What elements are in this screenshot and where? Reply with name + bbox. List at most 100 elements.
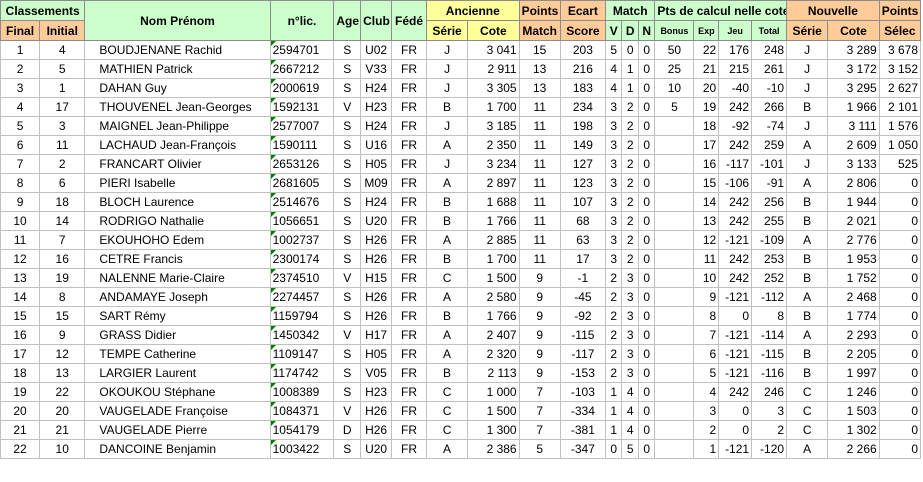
match-points-cell: 9	[518, 325, 561, 345]
rank-initial-cell: 17	[39, 97, 86, 117]
license-number-cell: 1592131	[269, 97, 335, 117]
score-gap-cell: -334	[559, 401, 607, 421]
header-age: Age	[333, 0, 362, 41]
license-number-cell: 1054179	[269, 420, 335, 440]
table-header: Classements Nom Prénom n°lic. Age Club F…	[0, 0, 922, 41]
rank-initial-cell: 13	[39, 363, 86, 383]
club-cell: U16	[360, 135, 392, 155]
table-row: 15 15 SART Rémy 1159794 S H26 FR B 1 766 9 -92 2 3 0 8…	[0, 306, 922, 326]
bonus-points-cell	[654, 325, 695, 345]
exp-points-cell: 17	[693, 135, 720, 155]
selection-points-cell: 3 678	[878, 40, 922, 60]
selection-points-cell: 0	[878, 420, 922, 440]
total-points-cell: 248	[751, 40, 788, 60]
new-series-cell: B	[786, 268, 829, 288]
license-number-cell: 1590111	[269, 135, 335, 155]
club-cell: H24	[360, 78, 392, 98]
score-gap-cell: 234	[559, 97, 607, 117]
header-points-selec-1: Points	[878, 0, 922, 21]
wins-cell: 4	[605, 59, 623, 79]
new-series-cell: C	[786, 382, 829, 402]
selection-points-cell: 2 627	[878, 78, 922, 98]
age-cell: S	[333, 249, 362, 269]
selection-points-cell: 0	[878, 382, 922, 402]
new-series-cell: A	[786, 135, 829, 155]
exp-points-cell: 20	[693, 78, 720, 98]
license-number-cell: 2374510	[269, 268, 335, 288]
total-points-cell: 252	[751, 268, 788, 288]
age-cell: S	[333, 78, 362, 98]
license-number-cell: 2300174	[269, 249, 335, 269]
selection-points-cell: 0	[878, 439, 922, 459]
bonus-points-cell	[654, 268, 695, 288]
player-name-cell: GRASS Didier	[84, 325, 271, 345]
wins-cell: 3	[605, 135, 623, 155]
exp-points-cell: 1	[693, 439, 720, 459]
total-points-cell: -91	[751, 173, 788, 193]
header-classements: Classements	[0, 0, 86, 21]
match-points-cell: 13	[518, 59, 561, 79]
wins-cell: 3	[605, 211, 623, 231]
license-number-cell: 2594701	[269, 40, 335, 60]
wins-cell: 1	[605, 382, 623, 402]
total-points-cell: 266	[751, 97, 788, 117]
new-rating-cell: 1 997	[827, 363, 880, 383]
rank-final-cell: 22	[0, 439, 41, 459]
draws-cell: 2	[621, 116, 639, 136]
rank-final-cell: 18	[0, 363, 41, 383]
rank-final-cell: 4	[0, 97, 41, 117]
player-name-cell: VAUGELADE Françoise	[84, 401, 271, 421]
draws-cell: 3	[621, 287, 639, 307]
score-gap-cell: -92	[559, 306, 607, 326]
losses-cell: 0	[637, 325, 656, 345]
player-name-cell: SART Rémy	[84, 306, 271, 326]
game-points-cell: 215	[718, 59, 753, 79]
old-series-cell: B	[425, 211, 469, 231]
rank-final-cell: 14	[0, 287, 41, 307]
old-series-cell: C	[425, 268, 469, 288]
match-points-cell: 11	[518, 249, 561, 269]
header-v: V	[605, 20, 623, 41]
rank-final-cell: 17	[0, 344, 41, 364]
club-cell: U20	[360, 211, 392, 231]
game-points-cell: -121	[718, 363, 753, 383]
club-cell: H26	[360, 401, 392, 421]
license-number-cell: 1174742	[269, 363, 335, 383]
player-name-cell: BOUDJENANE Rachid	[84, 40, 271, 60]
old-series-cell: A	[425, 344, 469, 364]
rank-initial-cell: 15	[39, 306, 86, 326]
wins-cell: 3	[605, 249, 623, 269]
player-name-cell: EKOUHOHO Edem	[84, 230, 271, 250]
losses-cell: 0	[637, 363, 656, 383]
new-rating-cell: 1 944	[827, 192, 880, 212]
new-rating-cell: 2 266	[827, 439, 880, 459]
old-series-cell: B	[425, 363, 469, 383]
federation-cell: FR	[391, 230, 427, 250]
club-cell: H17	[360, 325, 392, 345]
rank-initial-cell: 7	[39, 230, 86, 250]
federation-cell: FR	[391, 420, 427, 440]
game-points-cell: 242	[718, 249, 753, 269]
header-points-match-2: Match	[518, 20, 561, 41]
player-name-cell: RODRIGO Nathalie	[84, 211, 271, 231]
club-cell: H05	[360, 344, 392, 364]
header-club: Club	[360, 0, 392, 41]
losses-cell: 0	[637, 192, 656, 212]
bonus-points-cell	[654, 154, 695, 174]
player-name-cell: BLOCH Laurence	[84, 192, 271, 212]
player-name-cell: CETRE Francis	[84, 249, 271, 269]
rank-initial-cell: 8	[39, 287, 86, 307]
draws-cell: 2	[621, 173, 639, 193]
bonus-points-cell	[654, 401, 695, 421]
draws-cell: 3	[621, 325, 639, 345]
new-rating-cell: 3 133	[827, 154, 880, 174]
match-points-cell: 11	[518, 211, 561, 231]
draws-cell: 2	[621, 249, 639, 269]
club-cell: H26	[360, 306, 392, 326]
losses-cell: 0	[637, 135, 656, 155]
header-initial: Initial	[39, 20, 86, 41]
game-points-cell: -40	[718, 78, 753, 98]
old-series-cell: C	[425, 401, 469, 421]
old-rating-cell: 1 700	[467, 249, 520, 269]
old-rating-cell: 1 688	[467, 192, 520, 212]
